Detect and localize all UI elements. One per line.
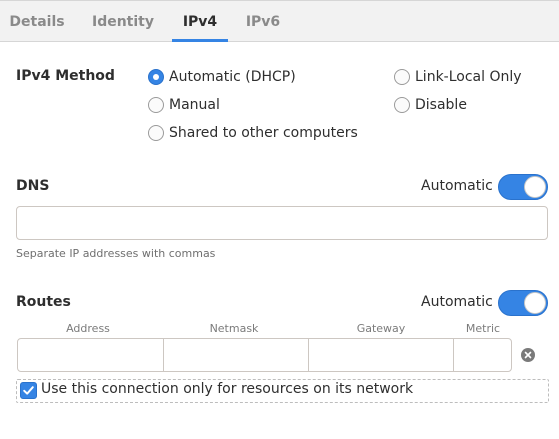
- tab-ipv6[interactable]: IPv6: [234, 1, 292, 42]
- tab-identity-label: Identity: [91, 14, 154, 30]
- routes-label: Routes: [16, 294, 71, 310]
- switch-knob: [524, 176, 546, 198]
- radio-shared[interactable]: Shared to other computers: [148, 123, 358, 143]
- column-header-metric: Metric: [465, 322, 501, 335]
- tab-details-label: Details: [9, 14, 65, 30]
- tab-ipv4[interactable]: IPv4: [172, 1, 228, 42]
- column-header-gateway: Gateway: [356, 322, 406, 335]
- radio-manual[interactable]: Manual: [148, 95, 220, 115]
- dns-input[interactable]: [16, 206, 548, 240]
- tab-bar: Details Identity IPv4 IPv6: [0, 0, 559, 42]
- route-netmask-input[interactable]: [164, 339, 309, 371]
- routes-automatic-switch[interactable]: [498, 290, 548, 316]
- tab-details[interactable]: Details: [0, 1, 74, 42]
- column-header-netmask: Netmask: [209, 322, 259, 335]
- tab-ipv6-label: IPv6: [245, 14, 281, 30]
- dns-automatic-switch[interactable]: [498, 174, 548, 200]
- dns-label: DNS: [16, 178, 50, 194]
- radio-automatic-dhcp[interactable]: Automatic (DHCP): [148, 67, 296, 87]
- dns-hint: Separate IP addresses with commas: [16, 247, 216, 260]
- tab-ipv4-label: IPv4: [182, 14, 218, 30]
- radio-checked-icon: [148, 69, 164, 85]
- routes-row: [17, 338, 512, 372]
- routes-automatic-label: Automatic: [421, 294, 493, 310]
- route-gateway-input[interactable]: [309, 339, 454, 371]
- radio-link-local-label: Link-Local Only: [415, 69, 522, 85]
- radio-automatic-dhcp-label: Automatic (DHCP): [169, 69, 296, 85]
- radio-disable[interactable]: Disable: [394, 95, 467, 115]
- route-metric-input[interactable]: [454, 339, 511, 371]
- clear-icon[interactable]: [521, 348, 535, 362]
- radio-unchecked-icon: [148, 125, 164, 141]
- radio-disable-label: Disable: [415, 97, 467, 113]
- radio-shared-label: Shared to other computers: [169, 125, 358, 141]
- checkmark-icon: [23, 386, 34, 395]
- only-resources-label: Use this connection only for resources o…: [41, 381, 414, 397]
- switch-knob: [524, 292, 546, 314]
- radio-manual-label: Manual: [169, 97, 220, 113]
- column-header-address: Address: [66, 322, 110, 335]
- ipv4-method-label: IPv4 Method: [16, 68, 115, 84]
- radio-unchecked-icon: [394, 69, 410, 85]
- dns-automatic-label: Automatic: [421, 178, 493, 194]
- tab-identity[interactable]: Identity: [78, 1, 168, 42]
- radio-link-local[interactable]: Link-Local Only: [394, 67, 522, 87]
- only-resources-checkbox[interactable]: [20, 382, 37, 399]
- radio-unchecked-icon: [394, 97, 410, 113]
- route-address-input[interactable]: [18, 339, 164, 371]
- radio-unchecked-icon: [148, 97, 164, 113]
- active-tab-indicator: [172, 39, 228, 42]
